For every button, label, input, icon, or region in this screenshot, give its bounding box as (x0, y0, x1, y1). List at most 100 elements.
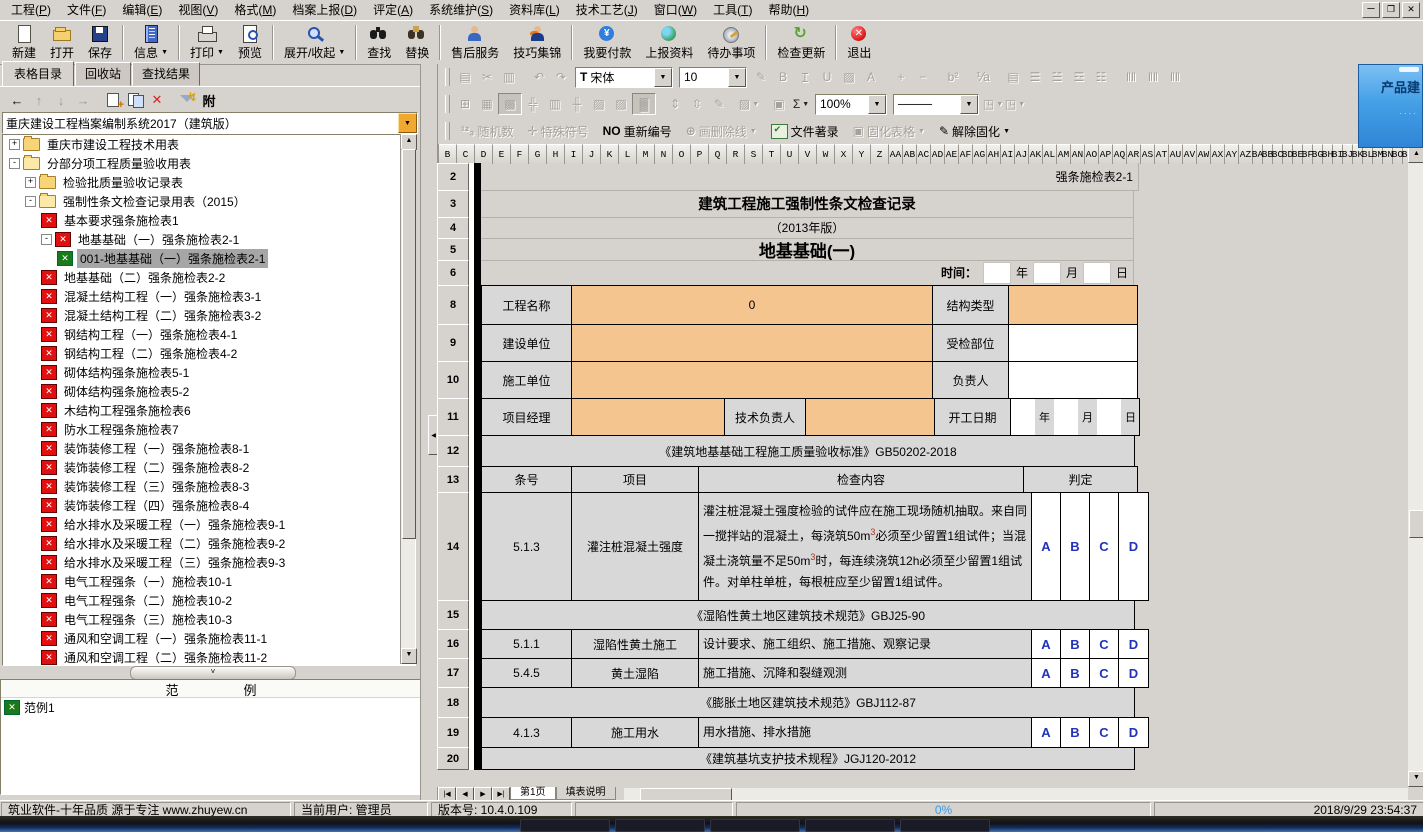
column-header[interactable]: K (601, 144, 619, 164)
menu-item-j[interactable]: 技术工艺(J) (568, 0, 646, 21)
filter-button[interactable] (177, 90, 197, 110)
date-input-cell[interactable] (1033, 262, 1061, 284)
border-color-icon[interactable]: ◳▼ (982, 94, 1004, 114)
field-value[interactable] (1008, 361, 1138, 399)
first-page-icon[interactable]: |◀ (438, 787, 456, 801)
column-header[interactable]: AV (1183, 144, 1197, 164)
column-header[interactable]: AM (1057, 144, 1071, 164)
judgment-cell[interactable]: D (1118, 658, 1149, 688)
freeze-table-button[interactable]: ▣固化表格▼ (846, 121, 932, 141)
tree-item[interactable]: ✕给水排水及采暖工程（一）强条施检表9-1 (3, 515, 415, 534)
tree-expander-icon[interactable]: - (25, 196, 36, 207)
row-header[interactable]: 19 (437, 717, 469, 748)
tree-item[interactable]: -✕地基基础（一）强条施检表2-1 (3, 230, 415, 249)
column-header[interactable]: AX (1211, 144, 1225, 164)
copy-icon[interactable]: ▤ (454, 67, 476, 87)
tree-expander-icon[interactable]: + (9, 139, 20, 150)
tree-expander-icon[interactable]: + (25, 177, 36, 188)
column-header[interactable]: C (457, 144, 475, 164)
tree-item[interactable]: ✕电气工程强条（一）施检表10-1 (3, 572, 415, 591)
menu-item-s[interactable]: 系统维护(S) (421, 0, 501, 21)
date-input-cell[interactable] (1011, 399, 1035, 435)
new-button[interactable]: 新建 (5, 21, 43, 64)
menu-item-f[interactable]: 文件(F) (59, 0, 114, 21)
tree-item[interactable]: ✕基本要求强条施检表1 (3, 211, 415, 230)
example-item[interactable]: ✕范例1 (1, 698, 421, 716)
column-header[interactable]: P (691, 144, 709, 164)
cut-icon[interactable]: ✂ (476, 67, 498, 87)
autosum-icon[interactable]: Σ▼ (790, 94, 812, 114)
hscroll-thumb[interactable] (640, 788, 732, 801)
column-header[interactable]: AN (1071, 144, 1085, 164)
restore-icon[interactable]: ❐ (1382, 2, 1400, 18)
split-cell-icon[interactable]: ╬ (522, 94, 544, 114)
tab-表格目录[interactable]: 表格目录 (2, 61, 74, 87)
column-header[interactable]: AF (959, 144, 973, 164)
column-header[interactable]: W (817, 144, 835, 164)
tree-item[interactable]: ✕装饰装修工程（三）强条施检表8-3 (3, 477, 415, 496)
renumber-button[interactable]: NO重新编号 (596, 121, 679, 141)
unfreeze-button[interactable]: ✎解除固化▼ (932, 121, 1017, 141)
column-header[interactable]: AP (1099, 144, 1113, 164)
field-value[interactable] (805, 398, 935, 436)
nav-back-button[interactable]: ← (7, 90, 27, 110)
find-button[interactable]: 查找 (360, 21, 398, 64)
insert-table-icon[interactable]: ▦ (476, 94, 498, 114)
copy-form-button[interactable] (125, 90, 145, 110)
column-header[interactable]: AW (1197, 144, 1211, 164)
row-header[interactable]: 18 (437, 687, 469, 718)
menu-item-w[interactable]: 窗口(W) (646, 0, 705, 21)
judgment-cell[interactable]: A (1031, 629, 1061, 659)
windows-taskbar[interactable] (0, 816, 1423, 832)
save-button[interactable]: 保存 (81, 21, 119, 64)
tree-item[interactable]: ✕砌体结构强条施检表5-2 (3, 382, 415, 401)
judgment-cell[interactable]: A (1031, 492, 1061, 601)
preview-button[interactable]: 预览 (231, 21, 269, 64)
judgment-cell[interactable]: C (1089, 717, 1119, 748)
format-painter-icon[interactable]: ✎ (750, 67, 772, 87)
horizontal-scrollbar[interactable] (624, 788, 1408, 800)
nav-forward-button[interactable]: → (73, 90, 93, 110)
row-header[interactable]: 4 (437, 217, 469, 239)
column-header[interactable]: AO (1085, 144, 1099, 164)
tree-item[interactable]: ✕地基基础（二）强条施检表2-2 (3, 268, 415, 287)
tree-item[interactable]: ✕通风和空调工程（一）强条施检表11-1 (3, 629, 415, 648)
row-header[interactable]: 9 (437, 324, 469, 362)
row-spacing-decrease-icon[interactable]: ⇳ (686, 94, 708, 114)
attach-button[interactable]: 附 (199, 90, 219, 110)
column-header[interactable]: D (475, 144, 493, 164)
align-center-icon[interactable]: ☱ (1046, 67, 1068, 87)
column-header[interactable]: R (727, 144, 745, 164)
judgment-cell[interactable]: B (1060, 629, 1090, 659)
sheet-scroll-up-icon[interactable]: ▲ (1408, 147, 1423, 163)
fill-pattern2-icon[interactable]: ▨ (610, 94, 632, 114)
prev-page-icon[interactable]: ◀ (456, 787, 474, 801)
delete-cells-icon[interactable]: ▩ (498, 93, 522, 115)
field-value[interactable] (1008, 324, 1138, 362)
tab-查找结果[interactable]: 查找结果 (132, 62, 200, 86)
row-header[interactable]: 2 (437, 163, 469, 191)
row-header[interactable]: 6 (437, 260, 469, 286)
cell-format-icon[interactable]: ▣ (768, 94, 790, 114)
date-input-cell[interactable] (983, 262, 1011, 284)
paste-icon[interactable]: ▥ (498, 67, 520, 87)
field-value[interactable] (571, 324, 933, 362)
fraction-icon[interactable]: ⅟a (972, 67, 994, 87)
align-right-icon[interactable]: ☲ (1068, 67, 1090, 87)
column-header[interactable]: N (655, 144, 673, 164)
judgment-cell[interactable]: A (1031, 717, 1061, 748)
tree-scroll-up-icon[interactable]: ▲ (401, 134, 417, 150)
random-number-button[interactable]: ¹²₃随机数 (454, 121, 521, 141)
taskbar-window-button[interactable] (615, 819, 705, 832)
todo-button[interactable]: 待办事项 (700, 21, 762, 64)
tree-item[interactable]: ✕木结构工程强条施检表6 (3, 401, 415, 420)
tree-item[interactable]: ✕给水排水及采暖工程（三）强条施检表9-3 (3, 553, 415, 572)
template-combo-dropdown-icon[interactable]: ▼ (398, 113, 417, 133)
column-header[interactable]: X (835, 144, 853, 164)
undo-icon[interactable]: ↶ (528, 67, 550, 87)
date-input-cell[interactable] (1083, 262, 1111, 284)
open-button[interactable]: 打开 (43, 21, 81, 64)
taskbar-window-button[interactable] (710, 819, 800, 832)
column-header[interactable]: AA (889, 144, 903, 164)
split-rows-icon[interactable]: ╫ (566, 94, 588, 114)
